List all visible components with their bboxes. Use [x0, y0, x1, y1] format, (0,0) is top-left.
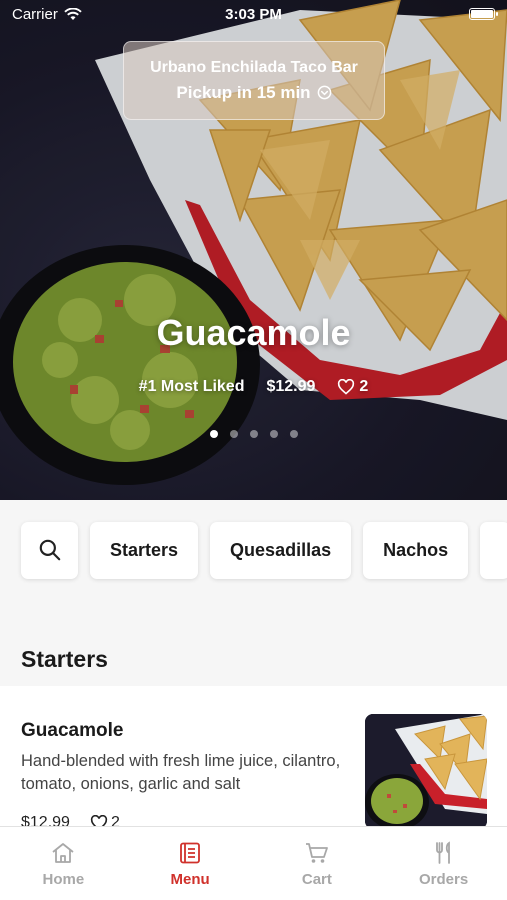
tab-menu-label: Menu — [170, 871, 210, 888]
menu-icon — [180, 842, 201, 864]
hero-meta: #1 Most Liked $12.99 2 — [0, 378, 507, 396]
pickup-time[interactable]: Pickup in 15 min — [124, 83, 384, 103]
wifi-icon — [64, 7, 82, 20]
status-bar: Carrier 3:03 PM — [0, 0, 507, 28]
menu-item-card[interactable]: Guacamole Hand-blended with fresh lime j… — [0, 686, 507, 836]
menu-item-description: Hand-blended with fresh lime juice, cila… — [21, 752, 341, 793]
status-time: 3:03 PM — [225, 5, 282, 23]
section-title: Starters — [21, 646, 108, 672]
carousel-dot[interactable] — [229, 430, 238, 438]
tab-home-label: Home — [42, 871, 85, 888]
search-icon — [39, 539, 60, 561]
tab-home[interactable]: Home — [0, 827, 127, 900]
hero-likes[interactable]: 2 — [337, 378, 368, 396]
tab-cart-label: Cart — [301, 871, 332, 888]
tab-bar[interactable]: Home Menu Cart Orders — [0, 826, 507, 900]
category-chip-nachos[interactable]: Nachos — [363, 521, 469, 579]
carousel-pagination[interactable] — [0, 430, 507, 438]
category-bar[interactable]: Starters Quesadillas Nachos — [0, 500, 507, 600]
home-icon — [52, 843, 74, 863]
category-chip-quesadillas[interactable]: Quesadillas — [210, 521, 352, 579]
utensils-icon — [435, 841, 450, 864]
carousel-dot[interactable] — [249, 430, 258, 438]
menu-item-name: Guacamole — [21, 720, 124, 741]
carousel-dot[interactable] — [209, 430, 218, 438]
category-chip-starters[interactable]: Starters — [90, 521, 199, 579]
search-button[interactable] — [21, 521, 78, 579]
menu-item-image — [365, 714, 487, 829]
carousel-dot[interactable] — [289, 430, 298, 438]
store-name: Urbano Enchilada Taco Bar — [150, 58, 358, 76]
battery-icon — [469, 8, 498, 20]
carrier-label: Carrier — [12, 5, 58, 23]
tab-cart[interactable]: Cart — [254, 827, 381, 900]
pickup-label: Pickup in 15 min — [176, 82, 311, 102]
tab-orders-label: Orders — [419, 871, 469, 888]
hero-badge: #1 Most Liked — [138, 378, 245, 395]
carousel-dot[interactable] — [269, 430, 278, 438]
hero-price: $12.99 — [266, 378, 316, 395]
category-chip-more[interactable] — [480, 521, 507, 579]
heart-icon — [338, 379, 355, 395]
tab-orders[interactable]: Orders — [380, 827, 507, 900]
cart-icon — [305, 843, 328, 863]
chevron-down-circle-icon — [317, 85, 331, 100]
tab-menu[interactable]: Menu — [127, 827, 254, 900]
hero-title: Guacamole — [156, 312, 351, 353]
hero-banner[interactable]: Carrier 3:03 PM Urbano Enchilada Taco Ba… — [0, 0, 507, 500]
store-pickup-banner[interactable]: Urbano Enchilada Taco Bar Pickup in 15 m… — [123, 41, 385, 120]
hero-likes-count: 2 — [359, 378, 369, 395]
